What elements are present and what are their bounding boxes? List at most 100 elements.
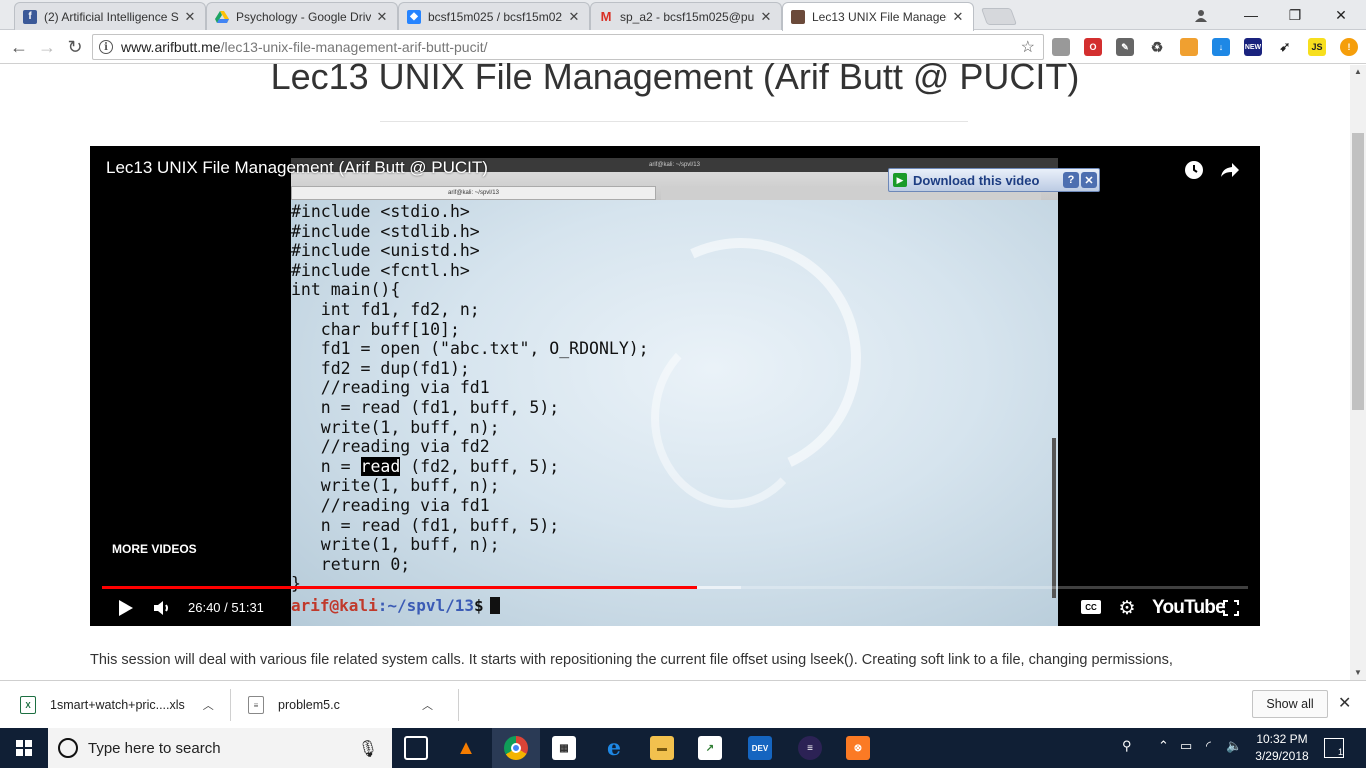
system-clock[interactable]: 10:32 PM 3/29/2018	[1242, 731, 1322, 765]
video-frame: arif@kali: ~/spvl/13 arif@kali: ~/spvl/1…	[291, 158, 1058, 626]
download-item[interactable]: X 1smart+watch+pric....xls ︿	[20, 689, 214, 721]
close-icon[interactable]: ✕	[375, 9, 389, 25]
xampp-icon[interactable]: ⊗	[846, 736, 870, 760]
play-button[interactable]	[116, 596, 136, 620]
youtube-logo[interactable]: YouTube	[1152, 597, 1226, 619]
chevron-up-icon[interactable]: ︿	[422, 697, 433, 713]
microphone-icon[interactable]: 🎙	[358, 739, 378, 759]
extension-download-icon[interactable]: ↓	[1212, 38, 1230, 56]
chevron-up-icon[interactable]: ⌃	[1158, 738, 1169, 754]
close-icon[interactable]: ✕	[183, 9, 197, 25]
download-item[interactable]: ≡ problem5.c ︿	[248, 689, 433, 721]
divider	[380, 121, 968, 122]
extension-new-icon[interactable]: NEW	[1244, 38, 1262, 56]
watch-later-icon[interactable]	[1182, 158, 1206, 182]
taskbar-search[interactable]: Type here to search 🎙	[48, 728, 392, 768]
tab-facebook[interactable]: f (2) Artificial Intelligence S ✕	[14, 2, 206, 30]
profile-icon[interactable]	[1178, 0, 1224, 30]
scroll-up-icon[interactable]: ▲	[1350, 65, 1366, 79]
spreadsheet-icon[interactable]: ↗	[698, 736, 722, 760]
extension-js-icon[interactable]: JS	[1308, 38, 1326, 56]
eclipse-icon[interactable]: ≡	[798, 736, 822, 760]
more-videos-label[interactable]: MORE VIDEOS	[112, 542, 197, 556]
share-icon[interactable]	[1218, 158, 1242, 182]
close-window-button[interactable]: ✕	[1318, 0, 1364, 30]
prompt-path: :~/spvl/13	[377, 596, 475, 615]
store-icon[interactable]: ▦	[552, 736, 576, 760]
tab-title: Lec13 UNIX File Manager	[812, 10, 947, 24]
scroll-down-icon[interactable]: ▼	[1350, 666, 1366, 680]
vlc-icon[interactable]: ▲	[454, 736, 478, 760]
close-icon[interactable]: ✕	[1338, 693, 1351, 713]
close-icon[interactable]: ✕	[759, 9, 773, 25]
page-scrollbar[interactable]: ▲ ▼	[1350, 65, 1366, 680]
close-icon[interactable]: ✕	[951, 9, 965, 25]
notification-center-icon[interactable]: 1	[1324, 738, 1344, 758]
help-icon[interactable]: ?	[1063, 172, 1079, 188]
chevron-up-icon[interactable]: ︿	[203, 697, 214, 713]
facebook-icon: f	[23, 9, 37, 24]
video-player[interactable]: arif@kali: ~/spvl/13 arif@kali: ~/spvl/1…	[90, 146, 1260, 626]
divider	[458, 689, 459, 721]
extension-alert-icon[interactable]: !	[1340, 38, 1358, 56]
prompt-user: arif@kali	[291, 596, 378, 615]
tab-lec13[interactable]: Lec13 UNIX File Manager ✕	[782, 2, 974, 31]
clock-time: 10:32 PM	[1256, 732, 1308, 746]
extension-cursor-icon[interactable]: ➹	[1276, 38, 1294, 56]
volume-icon[interactable]: 🔈	[1226, 738, 1242, 754]
show-all-button[interactable]: Show all	[1252, 690, 1328, 718]
tab-gmail[interactable]: M sp_a2 - bcsf15m025@pu ✕	[590, 2, 782, 30]
wifi-icon[interactable]: ◜	[1206, 738, 1211, 754]
tab-bitbucket[interactable]: ◆ bcsf15m025 / bcsf15m02 ✕	[398, 2, 590, 30]
info-icon[interactable]: i	[99, 40, 113, 54]
google-drive-icon	[215, 10, 229, 24]
chrome-icon[interactable]	[504, 736, 528, 760]
edge-icon[interactable]: e	[602, 735, 626, 761]
tab-strip: f (2) Artificial Intelligence S ✕ Psycho…	[0, 0, 1366, 31]
gmail-icon: M	[600, 9, 612, 24]
extension-cloud-icon[interactable]	[1052, 38, 1070, 56]
extension-rss-icon[interactable]	[1180, 38, 1198, 56]
volume-icon[interactable]	[152, 596, 174, 620]
battery-icon[interactable]: ▭	[1180, 738, 1192, 754]
site-icon	[791, 10, 805, 24]
code-text: (fd2, buff, 5); write(1, buff, n); //rea…	[291, 456, 560, 594]
download-filename: problem5.c	[278, 698, 340, 712]
close-icon[interactable]: ✕	[1081, 172, 1097, 188]
bookmark-star-icon[interactable]: ☆	[1021, 37, 1035, 57]
file-explorer-icon[interactable]: ▬	[650, 736, 674, 760]
devcpp-icon[interactable]: DEV	[748, 736, 772, 760]
code-listing: #include <stdio.h> #include <stdlib.h> #…	[291, 202, 649, 594]
extension-recycle-icon[interactable]: ♻	[1148, 38, 1166, 56]
tab-google-drive[interactable]: Psychology - Google Driv ✕	[206, 2, 398, 30]
captions-button[interactable]: CC	[1081, 600, 1101, 614]
download-filename: 1smart+watch+pric....xls	[50, 698, 185, 712]
settings-gear-icon[interactable]: ⚙	[1116, 596, 1138, 620]
progress-bar[interactable]	[102, 586, 1248, 589]
fullscreen-icon[interactable]	[1220, 596, 1242, 620]
video-title[interactable]: Lec13 UNIX File Management (Arif Butt @ …	[106, 158, 488, 178]
url-path: /lec13-unix-file-management-arif-butt-pu…	[220, 39, 488, 55]
tab-title: Psychology - Google Driv	[236, 9, 371, 24]
extension-opera-icon[interactable]: O	[1084, 38, 1102, 56]
url-host: www.arifbutt.me	[121, 39, 221, 55]
restore-button[interactable]: ❐	[1272, 0, 1318, 30]
download-video-button[interactable]: ▶ Download this video ? ✕	[888, 168, 1100, 192]
tab-title: sp_a2 - bcsf15m025@pu	[620, 9, 755, 24]
scrollbar-thumb[interactable]	[1352, 133, 1364, 410]
terminal-cursor	[489, 597, 500, 614]
close-icon[interactable]: ✕	[567, 9, 581, 25]
time-display: 26:40 / 51:31	[188, 600, 264, 615]
shell-prompt: arif@kali:~/spvl/13$	[291, 596, 500, 615]
download-shelf: X 1smart+watch+pric....xls ︿ ≡ problem5.…	[0, 680, 1366, 728]
start-button[interactable]	[0, 728, 48, 768]
play-icon: ▶	[893, 173, 907, 187]
clock-date: 3/29/2018	[1255, 749, 1309, 763]
people-icon[interactable]: ⚲	[1122, 738, 1132, 754]
page-title: Lec13 UNIX File Management (Arif Butt @ …	[270, 56, 1080, 97]
excel-file-icon: X	[20, 696, 36, 714]
extension-pen-icon[interactable]: ✎	[1116, 38, 1134, 56]
task-view-icon[interactable]	[404, 736, 428, 760]
minimize-button[interactable]: —	[1228, 0, 1274, 30]
new-tab-button[interactable]	[980, 8, 1018, 25]
